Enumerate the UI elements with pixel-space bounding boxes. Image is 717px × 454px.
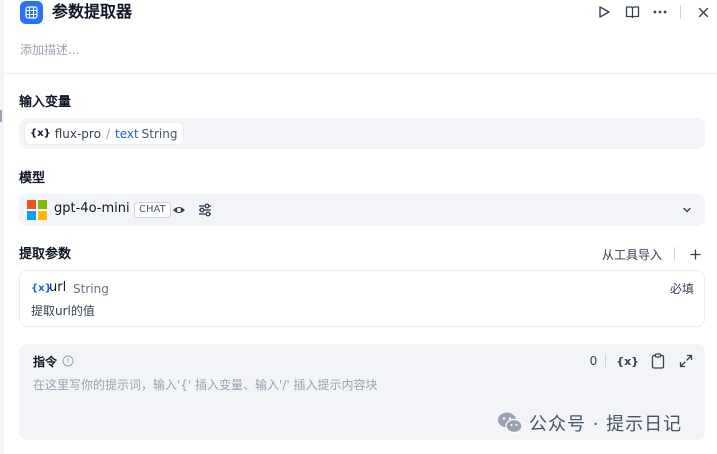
variable-icon: {x} (30, 128, 51, 139)
param-item[interactable]: {x} url String 必填 提取url的值 (19, 270, 705, 327)
instruction-placeholder[interactable]: 在这里写你的提示词，输入'{' 插入变量、输入'/' 插入提示内容块 (33, 376, 378, 393)
help-doc-button[interactable] (618, 2, 646, 22)
more-icon (653, 10, 667, 14)
header-divider (680, 5, 681, 19)
chevron-down-icon (683, 207, 691, 213)
book-icon (625, 6, 639, 19)
play-icon (599, 6, 610, 18)
header-divider-line (4, 73, 717, 74)
description-input[interactable]: 添加描述... (20, 41, 79, 58)
panel-title[interactable]: 参数提取器 (52, 1, 132, 23)
instruction-label: 指令 (33, 355, 58, 369)
panel-header: 参数提取器 (18, 0, 717, 28)
watermark-text: 公众号 · 提示日记 (529, 414, 683, 435)
param-required: 必填 (669, 282, 694, 296)
char-count: 0 (589, 354, 598, 368)
close-icon (698, 7, 708, 17)
model-mode-badge: CHAT (134, 202, 171, 218)
model-selector[interactable]: gpt-4o-mini CHAT (19, 194, 705, 226)
watermark: 公众号 · 提示日记 (497, 410, 682, 436)
variable-node: flux-pro (54, 126, 101, 141)
help-icon[interactable]: ? (62, 355, 74, 367)
add-param-button[interactable] (685, 244, 705, 264)
param-name: url (49, 280, 67, 295)
variable-chip[interactable]: {x} flux-pro / text String (25, 123, 184, 144)
header-actions (590, 2, 717, 22)
param-type: String (73, 282, 109, 296)
param-description: 提取url的值 (31, 304, 95, 318)
svg-text:?: ? (66, 358, 70, 366)
variable-name: text (114, 126, 139, 141)
model-settings-sliders-icon[interactable] (197, 202, 213, 218)
instruction-tools: 0 {x} (590, 352, 693, 370)
tools-divider (605, 354, 607, 368)
input-vars-field[interactable]: {x} flux-pro / text String (19, 118, 705, 149)
import-from-tool-button[interactable]: 从工具导入 (602, 246, 662, 263)
microsoft-logo-icon (27, 200, 47, 220)
extract-actions: 从工具导入 (602, 244, 717, 264)
input-vars-label: 输入变量 (19, 95, 72, 110)
wechat-logo-icon (498, 412, 523, 434)
left-edge (0, 0, 4, 454)
model-label: 模型 (19, 171, 46, 186)
actions-divider (674, 247, 675, 261)
clipboard-icon[interactable] (651, 353, 665, 369)
extract-params-label: 提取参数 (19, 247, 72, 262)
insert-variable-button[interactable]: {x} (616, 355, 639, 368)
plus-icon (689, 248, 701, 260)
parameter-extractor-icon (20, 1, 43, 24)
variable-separator: / (105, 126, 110, 141)
vision-eye-icon (173, 207, 185, 213)
expand-icon[interactable] (679, 354, 693, 368)
model-name: gpt-4o-mini (54, 201, 130, 216)
edge-marker (0, 110, 2, 122)
run-button[interactable] (590, 2, 618, 22)
variable-type: String (141, 126, 178, 141)
close-button[interactable] (689, 2, 717, 22)
more-button[interactable] (646, 2, 674, 22)
